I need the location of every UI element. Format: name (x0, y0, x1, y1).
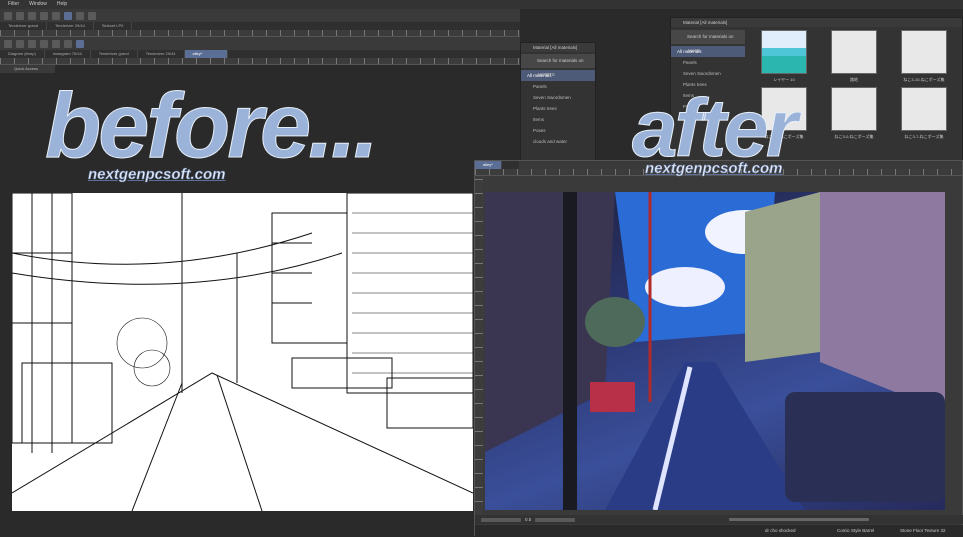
tool-icon[interactable] (4, 11, 12, 20)
tree-item[interactable]: Items (521, 114, 595, 125)
vertical-ruler (475, 176, 483, 516)
open-icon[interactable] (16, 39, 24, 48)
material-thumb[interactable]: 路地 (831, 30, 901, 83)
top-tab-bar: Tenderizer grand Tenderizer 29/44 Sidese… (0, 22, 520, 30)
panel-title: Material [All materials] (521, 43, 595, 52)
before-heading: before... (45, 75, 380, 177)
save-icon[interactable] (28, 39, 36, 48)
status-bar: dr cho shocked Comic Style Barrel Stone … (475, 525, 963, 537)
tab[interactable]: Instagram 75/16 (45, 50, 91, 58)
tab[interactable]: Diagram (temp) (0, 50, 45, 58)
tool-icon[interactable] (64, 39, 72, 48)
tree-item[interactable]: Panels (671, 57, 745, 68)
cat-thumbnail (901, 87, 947, 131)
watermark-url-before: nextgenpcsoft.com (88, 166, 226, 184)
horizontal-scrollbar[interactable] (729, 518, 870, 521)
tab[interactable]: Tenderizer 29/44 (138, 50, 185, 58)
new-icon[interactable] (4, 39, 12, 48)
material-thumb[interactable]: ねこ3-10-ねこポーズ集 (901, 30, 961, 83)
tab-alley[interactable]: alley* (475, 161, 502, 169)
status-item: Comic Style Barrel (837, 528, 875, 533)
status-item: dr cho shocked (765, 528, 796, 533)
tree-item[interactable]: Seven Swordsmen (671, 68, 745, 79)
ruler (0, 58, 520, 65)
command-bar (0, 37, 520, 50)
material-thumb[interactable]: ねこ3-0-ねこポーズ集 (831, 87, 901, 140)
material-thumb[interactable]: ねこ3-7-ねこポーズ集 (901, 87, 961, 140)
after-tab-bar: alley* (475, 161, 519, 169)
colored-street-image (485, 192, 945, 510)
tree-item[interactable]: clouds and water (521, 136, 595, 147)
after-colored-canvas (485, 192, 945, 510)
status-item: Stone Floor Texture 32 (900, 528, 946, 533)
tool-icon[interactable] (76, 11, 84, 20)
after-document-window: alley* 0.5 dr cho shocked Comic Style Ba… (474, 160, 963, 537)
tab-alley[interactable]: alley* (184, 50, 228, 58)
tab[interactable]: Sideset LP0 (94, 22, 133, 30)
back-app-toolbars: Tenderizer grand Tenderizer 29/44 Sidese… (0, 9, 520, 73)
sea-thumbnail (761, 30, 807, 74)
tab[interactable]: Tenderizer 29/44 (47, 22, 94, 30)
ruler (0, 30, 520, 37)
menu-filter[interactable]: Filter (8, 0, 19, 9)
tree-item[interactable]: Poses (521, 125, 595, 136)
street-thumbnail (831, 30, 877, 74)
cat-thumbnail (901, 30, 947, 74)
tool-icon[interactable] (16, 11, 24, 20)
redo-icon[interactable] (52, 39, 60, 48)
tree-item[interactable]: Seven Swordsmen (521, 92, 595, 103)
left-material-panel: Material [All materials] Search for mate… (520, 42, 596, 162)
after-heading: after (632, 83, 799, 174)
before-lineart-canvas (12, 193, 473, 511)
panel-title: Material [All materials] (671, 18, 962, 27)
menu-help[interactable]: Help (57, 0, 67, 9)
cat-thumbnail (831, 87, 877, 131)
doc-tab-bar: Diagram (temp) Instagram 75/16 Tenderize… (0, 50, 520, 58)
watermark-url-after: nextgenpcsoft.com (645, 160, 783, 178)
canvas-nav-bar: 0.5 (475, 515, 963, 524)
tool-icon[interactable] (52, 11, 60, 20)
tree-item[interactable]: Plants trees (521, 103, 595, 114)
undo-icon[interactable] (40, 39, 48, 48)
tree-item[interactable]: All materials (521, 70, 595, 81)
tree-item[interactable]: Panels (521, 81, 595, 92)
tool-icon[interactable] (28, 11, 36, 20)
zoom-slider[interactable] (535, 517, 576, 522)
pen-icon[interactable] (76, 39, 84, 48)
tool-icon[interactable] (88, 11, 96, 20)
pen-icon[interactable] (64, 11, 72, 20)
tab[interactable]: Tenderizer grand (91, 50, 138, 58)
material-thumb[interactable]: レイヤー 10 (761, 30, 831, 83)
search-assets-button[interactable]: Search for materials on Assets (671, 30, 745, 53)
tree-item[interactable]: All materials (671, 46, 745, 57)
rotate-slider[interactable] (481, 517, 521, 522)
menu-bar: Filter Window Help (0, 0, 963, 9)
tab[interactable]: Tenderizer grand (0, 22, 48, 30)
thumb-caption: ねこ3-0-ねこポーズ集 (834, 134, 874, 139)
thumb-caption: 路地 (850, 77, 858, 82)
thumb-caption: ねこ3-7-ねこポーズ集 (904, 134, 944, 139)
search-assets-button[interactable]: Search for materials on ASSETS (521, 54, 595, 77)
menu-window[interactable]: Window (29, 0, 47, 9)
tool-toolbar (0, 9, 520, 22)
lineart-street-image (12, 193, 473, 511)
thumb-caption: ねこ3-10-ねこポーズ集 (903, 77, 945, 82)
zoom-value: 0.5 (525, 517, 532, 522)
tool-icon[interactable] (40, 11, 48, 20)
quick-access-tab[interactable]: Quick Access (0, 65, 55, 73)
